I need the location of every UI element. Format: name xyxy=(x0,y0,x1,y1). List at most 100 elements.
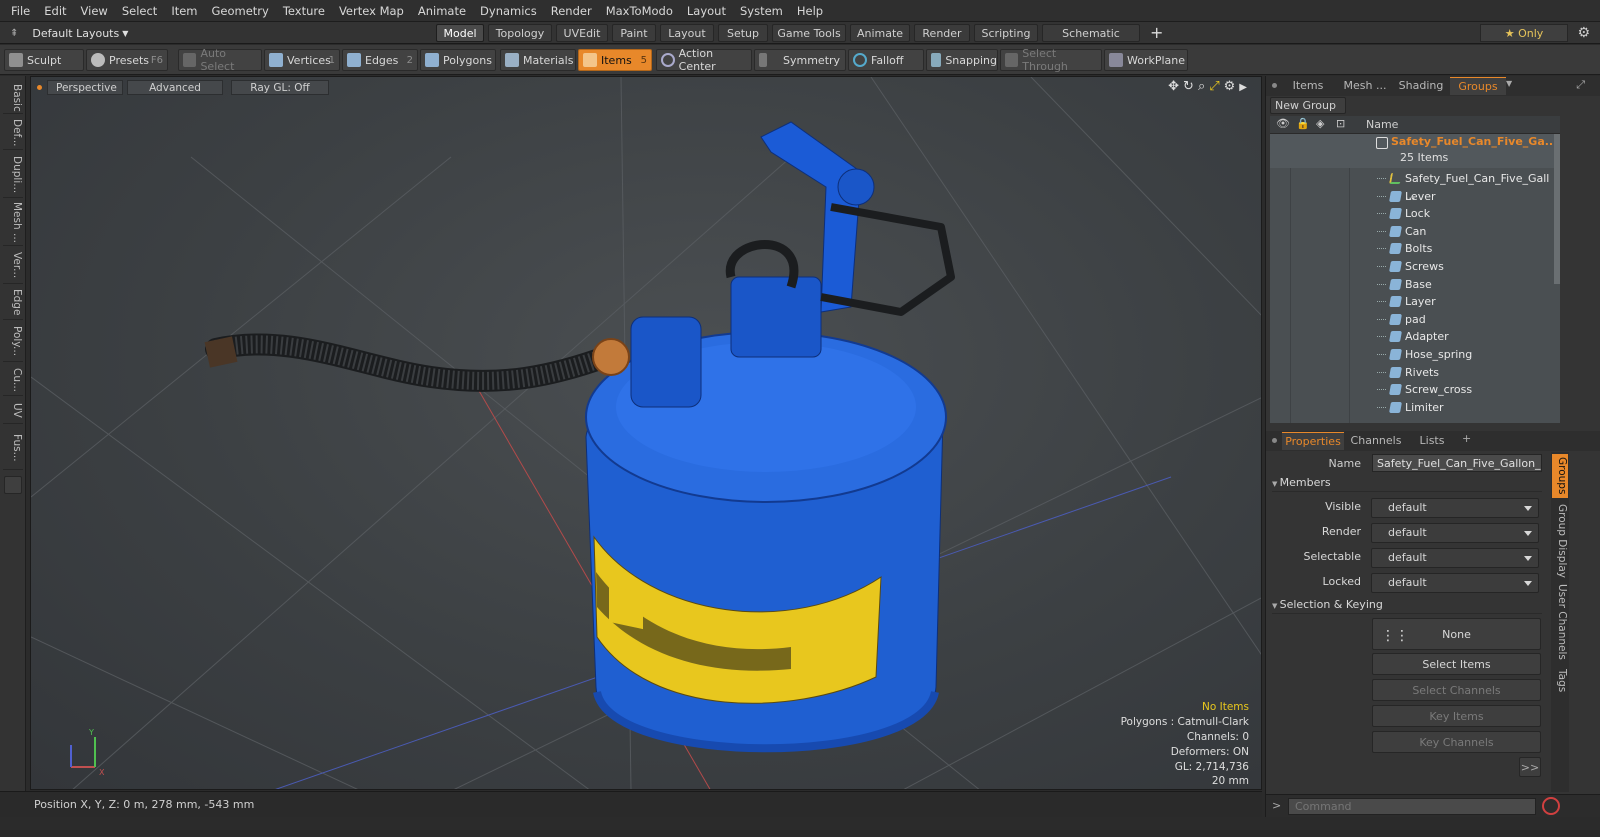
menu-help[interactable]: Help xyxy=(790,0,830,22)
menu-dynamics[interactable]: Dynamics xyxy=(473,0,544,22)
menu-view[interactable]: View xyxy=(74,0,115,22)
new-group-button[interactable]: New Group xyxy=(1270,97,1346,114)
fit-icon[interactable]: ⤢ xyxy=(1209,79,1223,94)
more-button[interactable]: >> xyxy=(1519,757,1541,777)
menu-vertex-map[interactable]: Vertex Map xyxy=(332,0,411,22)
tree-item[interactable]: Hose_spring xyxy=(1270,346,1560,363)
expand-icon[interactable]: ⤢ xyxy=(1576,78,1585,92)
side-tab-group-display[interactable]: Group Display xyxy=(1552,502,1568,580)
viewport-gear-icon[interactable]: ⚙ xyxy=(1224,79,1240,94)
raygl-button[interactable]: Ray GL: Off xyxy=(231,80,329,95)
tab-uvedit[interactable]: UVEdit xyxy=(556,24,608,42)
edges-button[interactable]: Edges 2 xyxy=(342,49,418,71)
menu-item[interactable]: Item xyxy=(164,0,204,22)
3d-viewport[interactable]: Perspective Advanced Ray GL: Off ✥↻⌕⤢⚙▶ … xyxy=(30,76,1262,790)
group-row[interactable]: Safety_Fuel_Can_Five_Ga... 25 Items xyxy=(1270,134,1560,168)
tree-item[interactable]: Bolts xyxy=(1270,240,1560,257)
menu-edit[interactable]: Edit xyxy=(37,0,73,22)
tab-game-tools[interactable]: Game Tools xyxy=(772,24,846,42)
tab-render[interactable]: Render xyxy=(914,24,970,42)
left-tab-edge[interactable]: Edge xyxy=(3,286,23,320)
key-channels-button[interactable]: Key Channels xyxy=(1372,731,1541,753)
only-button[interactable]: ★ Only xyxy=(1480,24,1568,42)
vertices-button[interactable]: Vertices 1 xyxy=(264,49,340,71)
panel-menu-dot[interactable] xyxy=(1272,83,1277,88)
snapping-button[interactable]: Snapping xyxy=(926,49,998,71)
pan-icon[interactable]: ✥ xyxy=(1168,79,1183,94)
left-strip-toggle[interactable] xyxy=(4,476,22,494)
menu-texture[interactable]: Texture xyxy=(276,0,332,22)
tab-properties[interactable]: Properties xyxy=(1282,432,1344,450)
tree-item[interactable]: Lever xyxy=(1270,188,1560,205)
sculpt-button[interactable]: Sculpt xyxy=(4,49,84,71)
visible-select[interactable]: default xyxy=(1371,498,1539,518)
left-tab-polygon[interactable]: Poly... xyxy=(3,322,23,362)
select-items-button[interactable]: Select Items xyxy=(1372,653,1541,675)
tree-item[interactable]: Limiter xyxy=(1270,399,1560,416)
select-through-button[interactable]: Select Through xyxy=(1000,47,1102,73)
tab-layout[interactable]: Layout xyxy=(660,24,714,42)
left-tab-fusion[interactable]: Fus... xyxy=(3,426,23,470)
chevron-down-icon[interactable]: ▼ xyxy=(1506,79,1512,88)
command-input[interactable] xyxy=(1288,798,1536,815)
tab-groups[interactable]: Groups xyxy=(1450,77,1506,95)
side-tab-tags[interactable]: Tags xyxy=(1552,664,1568,698)
menu-animate[interactable]: Animate xyxy=(411,0,473,22)
selection-keying-section[interactable]: ▼ Selection & Keying xyxy=(1272,598,1542,614)
select-icon[interactable]: ⊡ xyxy=(1336,117,1345,130)
presets-button[interactable]: Presets F6 xyxy=(86,49,168,71)
menu-layout[interactable]: Layout xyxy=(680,0,733,22)
props-menu-dot[interactable] xyxy=(1272,438,1277,443)
tree-item[interactable]: Screw_cross xyxy=(1270,381,1560,398)
left-tab-curve[interactable]: Cu... xyxy=(3,364,23,396)
symmetry-button[interactable]: Symmetry xyxy=(754,49,846,71)
members-section[interactable]: ▼ Members xyxy=(1272,476,1542,492)
select-channels-button[interactable]: Select Channels xyxy=(1372,679,1541,701)
menu-system[interactable]: System xyxy=(733,0,790,22)
tree-item[interactable]: Safety_Fuel_Can_Five_Gall ... xyxy=(1270,170,1560,202)
polygons-button[interactable]: Polygons xyxy=(420,49,496,71)
tab-animate[interactable]: Animate xyxy=(850,24,910,42)
tree-item[interactable]: Layer xyxy=(1270,293,1560,310)
tree-item[interactable]: Can xyxy=(1270,223,1560,240)
tab-lists[interactable]: Lists xyxy=(1408,432,1456,450)
items-button[interactable]: Items 5 xyxy=(578,49,652,71)
action-center-button[interactable]: Action Center xyxy=(656,47,752,73)
none-button[interactable]: ⋮⋮ None xyxy=(1372,618,1541,650)
perspective-button[interactable]: Perspective xyxy=(47,80,123,95)
materials-button[interactable]: Materials xyxy=(500,49,576,71)
side-tab-user-channels[interactable]: User Channels xyxy=(1552,584,1568,660)
advanced-button[interactable]: Advanced xyxy=(127,80,223,95)
render-icon[interactable]: ◈ xyxy=(1316,117,1324,130)
record-icon[interactable] xyxy=(1542,797,1560,815)
menu-maxtomodo[interactable]: MaxToModo xyxy=(599,0,680,22)
menu-file[interactable]: File xyxy=(4,0,37,22)
tab-scripting[interactable]: Scripting xyxy=(974,24,1038,42)
side-tab-groups[interactable]: Groups xyxy=(1552,454,1568,498)
tab-paint[interactable]: Paint xyxy=(612,24,656,42)
tab-topology[interactable]: Topology xyxy=(488,24,552,42)
left-tab-duplicate[interactable]: Dupli... xyxy=(3,152,23,198)
left-tab-vertex[interactable]: Ver... xyxy=(3,248,23,284)
add-tab-icon[interactable]: + xyxy=(1150,23,1163,43)
left-tab-uv[interactable]: UV xyxy=(3,398,23,424)
locked-select[interactable]: default xyxy=(1371,573,1539,593)
eye-icon[interactable]: 👁 xyxy=(1276,117,1290,130)
add-props-tab-icon[interactable]: + xyxy=(1462,432,1471,445)
falloff-button[interactable]: Falloff xyxy=(848,49,924,71)
selectable-select[interactable]: default xyxy=(1371,548,1539,568)
lock-icon[interactable]: 🔒 xyxy=(1296,117,1310,130)
tree-item[interactable]: Rivets xyxy=(1270,364,1560,381)
tab-setup[interactable]: Setup xyxy=(718,24,768,42)
rotate-icon[interactable]: ↻ xyxy=(1183,79,1198,94)
menu-render[interactable]: Render xyxy=(544,0,599,22)
tab-mesh[interactable]: Mesh ... xyxy=(1338,77,1392,95)
layout-selector[interactable]: ⇞ Default Layouts ▼ xyxy=(0,22,128,44)
tab-items[interactable]: Items xyxy=(1280,77,1336,95)
workplane-button[interactable]: WorkPlane xyxy=(1104,49,1188,71)
render-select[interactable]: default xyxy=(1371,523,1539,543)
left-tab-basic[interactable]: Basic xyxy=(3,82,23,114)
left-tab-deform[interactable]: Def... xyxy=(3,116,23,150)
tree-item[interactable]: pad xyxy=(1270,311,1560,328)
left-tab-mesh[interactable]: Mesh ... xyxy=(3,200,23,246)
